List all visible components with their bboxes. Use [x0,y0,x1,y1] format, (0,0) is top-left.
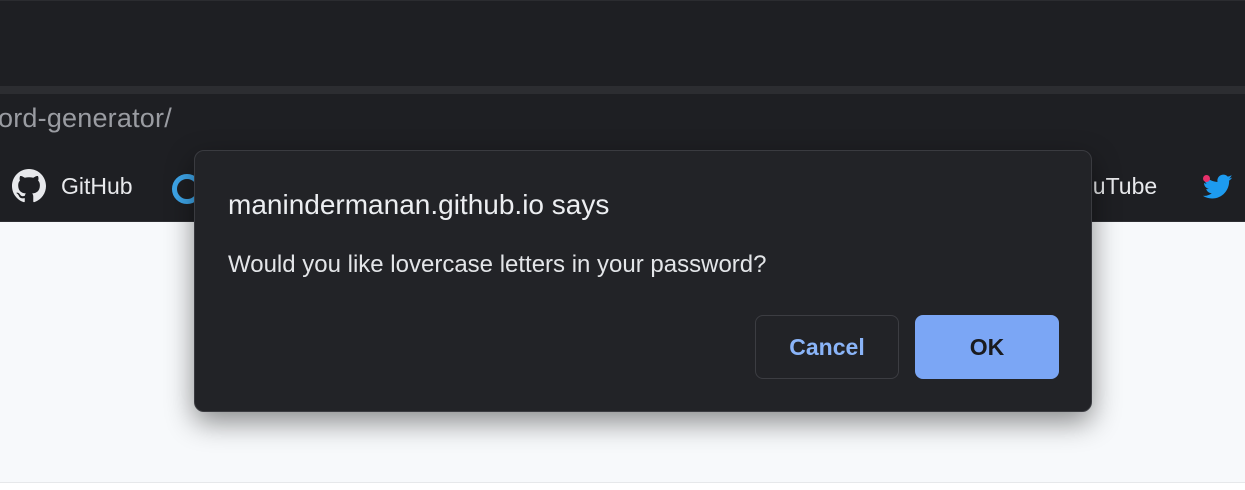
page-bottom-edge [0,482,1245,490]
tab-strip [0,0,1245,86]
cancel-button[interactable]: Cancel [755,315,899,379]
address-bar-url[interactable]: ord-generator/ [0,103,172,134]
bookmark-github[interactable]: GitHub [12,150,133,222]
dialog-message: Would you like lovercase letters in your… [228,251,767,278]
github-icon [12,169,46,203]
alert-dialog: manindermanan.github.io says Would you l… [194,150,1092,412]
ok-button[interactable]: OK [915,315,1059,379]
bookmark-github-label: GitHub [61,172,133,199]
tab-strip-separator [0,86,1245,94]
dialog-title: manindermanan.github.io says [228,189,610,220]
address-toolbar [0,94,1245,150]
notification-dot [1203,175,1210,182]
